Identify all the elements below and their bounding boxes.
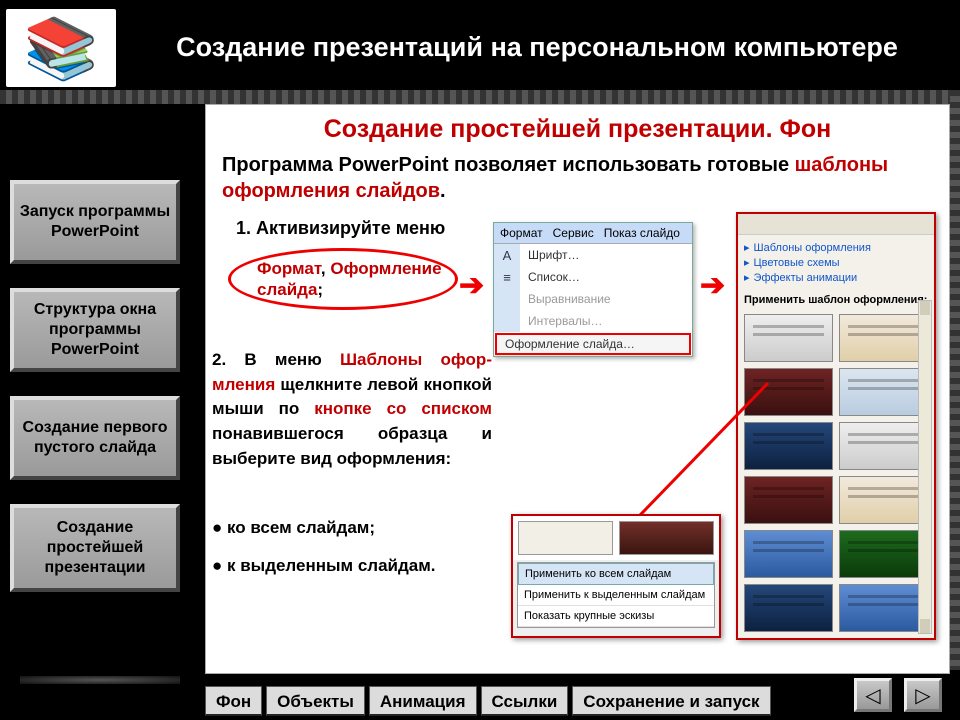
oval-end: ; (317, 280, 323, 299)
step1-oval-text: Формат, Оформление слайда; (243, 258, 443, 301)
menu-list: A ≡ Шрифт… Список… Выравнивание Интервал… (494, 243, 692, 355)
tab-links[interactable]: Ссылки (481, 686, 569, 716)
header: 📚 Создание презентаций на персональном к… (0, 0, 960, 90)
format-menu-mock: Формат Сервис Показ слайдо A ≡ Шрифт… Сп… (493, 222, 693, 357)
link-label: Цветовые схемы (754, 257, 840, 269)
template-thumb[interactable] (744, 584, 833, 632)
font-icon: A (494, 244, 520, 266)
menu-bar: Формат Сервис Показ слайдо (494, 223, 692, 243)
bottom-tabs: Фон Объекты Анимация Ссылки Сохранение и… (205, 686, 771, 716)
sidebar: Запуск программы PowerPoint Структура ок… (10, 180, 190, 616)
template-thumb[interactable] (839, 476, 928, 524)
pane-link-effects[interactable]: ▸ Эффекты анимации (744, 271, 928, 284)
spacing-icon (494, 310, 520, 332)
page-title: Создание презентаций на персональном ком… (134, 30, 940, 65)
next-button[interactable]: ▷ (904, 678, 942, 712)
logo: 📚 (6, 9, 116, 87)
step2-text: 2. В меню Шаблоны офор-мления щелкните л… (212, 348, 492, 471)
apply-popup-mock: Применить ко всем слайдам Применить к вы… (511, 514, 721, 638)
sidebar-item-launch[interactable]: Запуск программы PowerPoint (10, 180, 180, 264)
link-label: Эффекты анимации (754, 272, 858, 284)
template-thumb[interactable] (839, 584, 928, 632)
intro-text: Программа PowerPoint позволяет использов… (206, 150, 949, 212)
menu-bar-item: Сервис (553, 226, 594, 240)
bullet-all-slides: ● ко всем слайдам; (212, 518, 436, 538)
list-icon: ≡ (494, 266, 520, 288)
popup-item-large-thumbs[interactable]: Показать крупные эскизы (518, 606, 714, 627)
sidebar-item-structure[interactable]: Структура окна программы PowerPoint (10, 288, 180, 372)
popup-item-apply-selected[interactable]: Применить к выделенным слайдам (518, 585, 714, 606)
arrow-right-icon: ➔ (700, 268, 725, 303)
popup-menu: Применить ко всем слайдам Применить к вы… (517, 562, 715, 628)
sidebar-item-label: Создание первого пустого слайда (18, 418, 172, 458)
menu-item-spacing[interactable]: Интервалы… (520, 310, 692, 332)
subtitle: Создание простейшей презентации. Фон (206, 105, 949, 150)
menu-icon-column: A ≡ (494, 244, 520, 332)
template-thumb[interactable] (744, 422, 833, 470)
align-icon (494, 288, 520, 310)
pane-header (738, 214, 934, 235)
oval-word-format: Формат (257, 259, 321, 278)
template-thumb[interactable] (744, 314, 833, 362)
template-thumb[interactable] (619, 521, 714, 555)
step2-part: понавившегося образца и выберите вид офо… (212, 424, 492, 468)
pane-link-templates[interactable]: ▸ Шаблоны оформления (744, 241, 928, 254)
step1-oval: Формат, Оформление слайда; (228, 248, 458, 310)
decorative-strip (0, 90, 960, 104)
template-thumb[interactable] (744, 368, 833, 416)
template-grid (738, 310, 934, 636)
book-worm-icon: 📚 (24, 13, 99, 84)
menu-item-font[interactable]: Шрифт… (520, 244, 692, 266)
chevron-right-icon: ▷ (915, 683, 930, 708)
sidebar-shadow (20, 676, 180, 684)
template-thumb[interactable] (839, 422, 928, 470)
popup-item-apply-all[interactable]: Применить ко всем слайдам (518, 563, 714, 585)
main-panel: Создание простейшей презентации. Фон Про… (205, 104, 950, 674)
template-thumb[interactable] (744, 476, 833, 524)
intro-end: . (440, 180, 446, 202)
template-thumb[interactable] (839, 314, 928, 362)
pane-link-colors[interactable]: ▸ Цветовые схемы (744, 256, 928, 269)
prev-button[interactable]: ◁ (854, 678, 892, 712)
link-label: Шаблоны оформления (754, 242, 871, 254)
nav-buttons: ◁ ▷ (854, 678, 942, 712)
sidebar-item-label: Запуск программы PowerPoint (18, 202, 172, 242)
decorative-right (950, 90, 960, 670)
pane-apply-label: Применить шаблон оформления: (738, 290, 934, 310)
tab-save-run[interactable]: Сохранение и запуск (572, 686, 770, 716)
step2-part: 2. В меню (212, 350, 340, 369)
chevron-left-icon: ◁ (865, 683, 880, 708)
sidebar-item-simple-presentation[interactable]: Создание простейшей презентации (10, 504, 180, 592)
menu-item-design[interactable]: Оформление слайда… (495, 333, 691, 355)
template-thumb[interactable] (518, 521, 613, 555)
oval-sep: , (321, 259, 330, 278)
popup-thumbs (513, 516, 719, 560)
content-area: 1. Активизируйте меню Формат, Оформление… (206, 218, 949, 648)
tab-animation[interactable]: Анимация (369, 686, 477, 716)
bullet-selected-slides: ● к выделенным слайдам. (212, 556, 436, 576)
menu-item-list[interactable]: Список… (520, 266, 692, 288)
sidebar-item-label: Создание простейшей презентации (18, 518, 172, 578)
menu-item-align[interactable]: Выравнивание (520, 288, 692, 310)
sidebar-item-create-slide[interactable]: Создание первого пустого слайда (10, 396, 180, 480)
step2-hl: кнопке со списком (314, 399, 492, 418)
sidebar-item-label: Структура окна программы PowerPoint (18, 300, 172, 360)
menu-bar-item: Показ слайдо (604, 226, 680, 240)
template-thumb[interactable] (744, 530, 833, 578)
arrow-right-icon: ➔ (459, 268, 484, 303)
pane-links: ▸ Шаблоны оформления ▸ Цветовые схемы ▸ … (738, 235, 934, 290)
step2-bullets: ● ко всем слайдам; ● к выделенным слайда… (212, 518, 436, 594)
template-thumb[interactable] (839, 368, 928, 416)
design-templates-pane: ▸ Шаблоны оформления ▸ Цветовые схемы ▸ … (736, 212, 936, 640)
tab-objects[interactable]: Объекты (266, 686, 365, 716)
intro-plain: Программа PowerPoint позволяет использов… (222, 154, 795, 176)
tab-background[interactable]: Фон (205, 686, 262, 716)
scrollbar[interactable] (918, 300, 932, 634)
template-thumb[interactable] (839, 530, 928, 578)
menu-bar-item: Формат (500, 226, 543, 240)
